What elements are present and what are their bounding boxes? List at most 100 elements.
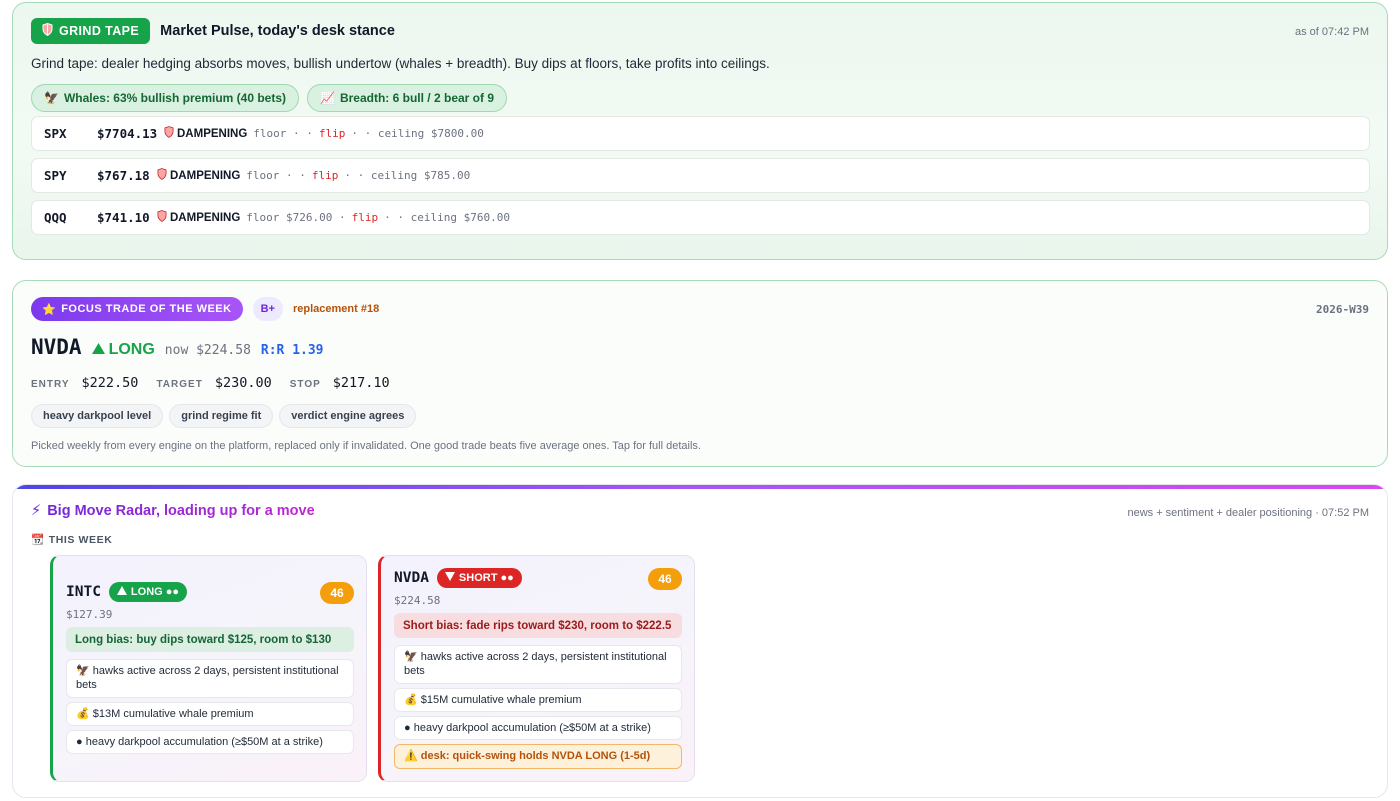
money-bag-icon: 💰 [404,694,418,706]
warning-text: desk: quick-swing holds NVDA LONG (1-5d) [420,750,651,762]
index-symbol: SPX [44,126,67,141]
index-row-spy[interactable]: SPY $767.18 DAMPENING floor · · flip · ·… [31,158,1370,193]
direction-pill: SHORT ●● [436,568,522,588]
focus-trade-summary: NVDA LONG now $224.58 R:R 1.39 [31,335,324,359]
breadth-chip-label: Breadth: 6 bull / 2 bear of 9 [339,91,494,105]
index-row-qqq[interactable]: QQQ $741.10 DAMPENING floor $726.00 · fl… [31,200,1370,235]
note-text: hawks active across 2 days, persistent i… [76,665,339,691]
floor-level: floor $726.00 · [246,211,346,224]
focus-trade-badge: ⭐ FOCUS TRADE OF THE WEEK [31,297,243,321]
target-label: TARGET [156,379,203,390]
ceiling-level: · · ceiling $760.00 [384,211,510,224]
note-whale-premium: 💰 $15M cumulative whale premium [394,688,682,712]
stop-value: $217.10 [332,375,390,391]
score-badge: 46 [648,568,682,590]
bias-banner: Short bias: fade rips toward $230, room … [394,613,682,638]
shield-icon [157,168,167,183]
tag-grind-regime: grind regime fit [169,404,274,428]
index-levels: DAMPENING floor $726.00 · flip · · ceili… [157,210,510,225]
radar-title: ⚡ Big Move Radar, loading up for a move [31,503,315,519]
tag-verdict-engine: verdict engine agrees [279,404,417,428]
index-levels: DAMPENING floor · · flip · · ceiling $78… [157,168,470,183]
eagle-icon: 🦅 [404,651,418,663]
shield-icon [164,126,174,141]
pulse-header: GRIND TAPE Market Pulse, today's desk st… [31,18,395,44]
eagle-icon: 🦅 [44,91,59,105]
as-of-timestamp: as of 07:42 PM [1295,26,1369,38]
regime-badge: DAMPENING [164,126,247,141]
flip-level: flip [311,169,339,182]
direction-label: SHORT ●● [458,572,514,584]
direction-pill: LONG ●● [108,582,188,602]
focus-footnote: Picked weekly from every engine on the p… [31,440,701,452]
index-levels: DAMPENING floor · · flip · · ceiling $78… [164,126,484,141]
floor-level: floor · · [246,169,306,182]
regime-badge: DAMPENING [157,168,240,183]
focus-direction: LONG [91,341,155,359]
tag-darkpool: heavy darkpool level [31,404,164,428]
radar-card-header: NVDA SHORT ●● [394,568,522,588]
note-hawks: 🦅 hawks active across 2 days, persistent… [66,659,354,698]
big-move-radar-card: ⚡ Big Move Radar, loading up for a move … [12,484,1388,798]
this-week-label: 📆 THIS WEEK [31,533,112,547]
trade-levels: ENTRY $222.50 TARGET $230.00 STOP $217.1… [31,375,408,391]
money-bag-icon: 💰 [76,708,90,720]
focus-direction-label: LONG [108,341,155,358]
note-text: hawks active across 2 days, persistent i… [404,651,667,677]
market-pulse-card: GRIND TAPE Market Pulse, today's desk st… [12,2,1388,260]
radar-meta: news + sentiment + dealer positioning · … [1127,507,1369,519]
triangle-up-icon [116,586,127,598]
radar-symbol: NVDA [394,570,429,586]
radar-card-intc[interactable]: INTC LONG ●● 46 $127.39 Long bias: buy d… [50,555,367,782]
warning-icon: ⚠️ [404,750,418,762]
regime-label: DAMPENING [177,127,248,140]
note-darkpool: ● heavy darkpool accumulation (≥$50M at … [66,730,354,754]
radar-accent-bar [13,485,1387,489]
note-text: $13M cumulative whale premium [92,708,254,720]
regime-label: DAMPENING [170,169,241,182]
bias-banner: Long bias: buy dips toward $125, room to… [66,627,354,652]
replacement-label: replacement #18 [292,303,380,315]
index-price: $767.18 [97,168,150,183]
ceiling-level: · · ceiling $7800.00 [351,127,484,140]
stop-label: STOP [289,379,321,390]
focus-trade-card[interactable]: ⭐ FOCUS TRADE OF THE WEEK B+ replacement… [12,280,1388,467]
index-price: $7704.13 [97,126,158,141]
index-row-spx[interactable]: SPX $7704.13 DAMPENING floor · · flip · … [31,116,1370,151]
star-icon: ⭐ [42,303,57,316]
note-text: heavy darkpool accumulation (≥$50M at a … [85,736,323,748]
direction-label: LONG ●● [130,586,180,598]
index-price: $741.10 [97,210,150,225]
eagle-icon: 🦅 [76,665,90,677]
triangle-down-icon [444,572,455,584]
chart-up-icon: 📈 [320,91,335,105]
radar-symbol: INTC [66,584,101,600]
note-darkpool: ● heavy darkpool accumulation (≥$50M at … [394,716,682,740]
target-value: $230.00 [214,375,272,391]
entry-label: ENTRY [31,379,70,390]
week-label: 2026-W39 [1316,303,1369,316]
note-text: $15M cumulative whale premium [420,694,582,706]
focus-tags: heavy darkpool level grind regime fit ve… [31,404,417,428]
radar-price: $224.58 [394,594,441,607]
grind-tape-badge-label: GRIND TAPE [59,24,140,38]
ceiling-level: · · ceiling $785.00 [344,169,471,182]
risk-reward: R:R 1.39 [260,343,324,358]
note-hawks: 🦅 hawks active across 2 days, persistent… [394,645,682,684]
whales-chip[interactable]: 🦅 Whales: 63% bullish premium (40 bets) [31,84,300,112]
pulse-chips: 🦅 Whales: 63% bullish premium (40 bets) … [31,84,507,112]
triangle-up-icon [91,341,105,359]
regime-label: DAMPENING [170,211,241,224]
focus-trade-badge-label: FOCUS TRADE OF THE WEEK [61,303,232,315]
radar-card-header: INTC LONG ●● [66,582,188,602]
shield-icon [157,210,167,225]
grade-badge: B+ [252,297,283,321]
pulse-title: Market Pulse, today's desk stance [160,23,395,39]
dark-circle-icon: ● [404,722,411,734]
index-symbol: SPY [44,168,67,183]
breadth-chip[interactable]: 📈 Breadth: 6 bull / 2 bear of 9 [307,84,507,112]
radar-price: $127.39 [66,608,113,621]
radar-card-nvda[interactable]: NVDA SHORT ●● 46 $224.58 Short bias: fad… [378,555,695,782]
index-symbol: QQQ [44,210,67,225]
note-text: heavy darkpool accumulation (≥$50M at a … [413,722,651,734]
